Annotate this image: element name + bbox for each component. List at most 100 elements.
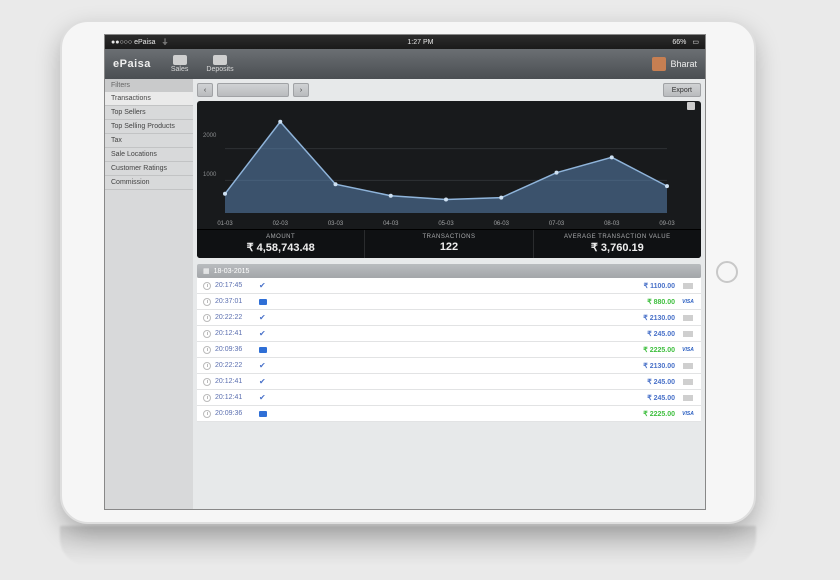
kpi-amount: AMOUNT₹ 4,58,743.48 <box>197 230 365 258</box>
x-tick: 01-03 <box>217 221 232 227</box>
sidebar-item-sale-locations[interactable]: Sale Locations <box>105 148 193 162</box>
transactions-date-header[interactable]: ▦ 18-03-2015 <box>197 264 701 278</box>
tx-amount: ₹ 245.00 <box>647 394 675 402</box>
header-tab-sales[interactable]: Sales <box>171 55 189 73</box>
export-button[interactable]: Export <box>663 83 701 97</box>
wifi-icon: ⏚ <box>162 37 169 47</box>
user-name: Bharat <box>670 59 697 69</box>
deposits-icon <box>213 55 227 65</box>
sidebar-item-tax[interactable]: Tax <box>105 134 193 148</box>
sidebar-item-commission[interactable]: Commission <box>105 176 193 190</box>
chart-card: 01-0302-0303-0304-0305-0306-0307-0308-03… <box>197 101 701 258</box>
transaction-row[interactable]: 20:12:41✔ ₹ 245.00 <box>197 390 701 406</box>
tx-time: 20:12:41 <box>215 330 259 337</box>
tx-amount: ₹ 2225.00 <box>643 346 675 354</box>
clock-icon <box>203 378 211 386</box>
tx-time: 20:37:01 <box>215 298 259 305</box>
header-tab-label: Sales <box>171 66 189 73</box>
tx-amount: ₹ 1100.00 <box>644 282 675 290</box>
transaction-row[interactable]: 20:12:41✔ ₹ 245.00 <box>197 326 701 342</box>
transaction-row[interactable]: 20:12:41✔ ₹ 245.00 <box>197 374 701 390</box>
flag-icon <box>259 299 267 305</box>
battery-pct: 66% <box>672 39 686 46</box>
tx-amount: ₹ 2225.00 <box>643 410 675 418</box>
check-icon: ✔ <box>259 281 266 290</box>
clock-icon <box>203 282 211 290</box>
transactions-panel: ▦ 18-03-2015 20:17:45✔₹ 1100.0020:37:01₹… <box>197 264 701 422</box>
screen: ●●○○○ ePaisa ⏚ 1:27 PM 66% ▭ ePaisa Sale… <box>104 34 706 510</box>
sidebar-item-top-sellers[interactable]: Top Sellers <box>105 106 193 120</box>
tx-amount: ₹ 2130.00 <box>643 314 675 322</box>
y-tick: 2000 <box>203 133 216 139</box>
tx-amount: ₹ 880.00 <box>647 298 675 306</box>
transaction-row[interactable]: 20:37:01 ₹ 880.00 VISA <box>197 294 701 310</box>
sidebar-item-customer-ratings[interactable]: Customer Ratings <box>105 162 193 176</box>
x-tick: 08-03 <box>604 221 619 227</box>
clock-icon <box>203 314 211 322</box>
check-icon: ✔ <box>259 329 266 338</box>
toolbar: ‹ › Export <box>197 83 701 97</box>
transaction-row[interactable]: 20:17:45✔₹ 1100.00 <box>197 278 701 294</box>
kpi-label: AVERAGE TRANSACTION VALUE <box>534 234 701 240</box>
check-icon: ✔ <box>259 361 266 370</box>
calendar-icon: ▦ <box>203 267 210 275</box>
home-button[interactable] <box>716 261 738 283</box>
tx-amount: ₹ 245.00 <box>647 330 675 338</box>
sales-icon <box>173 55 187 65</box>
kpi-transactions: TRANSACTIONS122 <box>365 230 533 258</box>
sidebar-item-transactions[interactable]: Transactions <box>105 92 193 106</box>
header-tab-label: Deposits <box>206 66 233 73</box>
visa-icon: VISA <box>681 347 695 353</box>
next-button[interactable]: › <box>293 83 309 97</box>
x-tick: 02-03 <box>273 221 288 227</box>
transaction-row[interactable]: 20:09:36 ₹ 2225.00 VISA <box>197 406 701 422</box>
transaction-row[interactable]: 20:09:36 ₹ 2225.00 VISA <box>197 342 701 358</box>
tx-time: 20:09:36 <box>215 346 259 353</box>
kpi-value: ₹ 4,58,743.48 <box>197 241 364 254</box>
tx-time: 20:22:22 <box>215 314 259 321</box>
tablet-frame: ●●○○○ ePaisa ⏚ 1:27 PM 66% ▭ ePaisa Sale… <box>60 20 756 524</box>
clock-icon <box>203 362 211 370</box>
x-tick: 07-03 <box>549 221 564 227</box>
tx-time: 20:22:22 <box>215 362 259 369</box>
flag-icon <box>259 411 267 417</box>
reflection <box>60 526 756 566</box>
date-range[interactable] <box>217 83 289 97</box>
tx-time: 20:12:41 <box>215 394 259 401</box>
avatar <box>652 57 666 71</box>
flag-icon <box>259 347 267 353</box>
clock-icon <box>203 410 211 418</box>
chart-toggle-icon[interactable] <box>687 102 695 110</box>
kpi-value: ₹ 3,760.19 <box>534 241 701 254</box>
y-tick: 1000 <box>203 172 216 178</box>
cash-icon <box>681 315 695 321</box>
user-chip[interactable]: Bharat <box>652 57 697 71</box>
clock-icon <box>203 298 211 306</box>
cash-icon <box>681 363 695 369</box>
visa-icon: VISA <box>681 299 695 305</box>
status-bar: ●●○○○ ePaisa ⏚ 1:27 PM 66% ▭ <box>105 35 705 49</box>
transaction-row[interactable]: 20:22:22✔₹ 2130.00 <box>197 358 701 374</box>
transaction-row[interactable]: 20:22:22✔ ₹ 2130.00 <box>197 310 701 326</box>
check-icon: ✔ <box>259 393 266 402</box>
kpi-average-transaction-value: AVERAGE TRANSACTION VALUE₹ 3,760.19 <box>534 230 701 258</box>
check-icon: ✔ <box>259 313 266 322</box>
clock: 1:27 PM <box>407 39 433 46</box>
prev-button[interactable]: ‹ <box>197 83 213 97</box>
kpi-label: TRANSACTIONS <box>365 234 532 240</box>
battery-icon: ▭ <box>692 38 699 46</box>
x-tick: 05-03 <box>438 221 453 227</box>
tx-amount: ₹ 245.00 <box>647 378 675 386</box>
tx-time: 20:09:36 <box>215 410 259 417</box>
header-tab-deposits[interactable]: Deposits <box>206 55 233 73</box>
visa-icon: VISA <box>681 411 695 417</box>
cash-icon <box>681 379 695 385</box>
x-tick: 06-03 <box>494 221 509 227</box>
tx-time: 20:12:41 <box>215 378 259 385</box>
brand-logo: ePaisa <box>113 58 151 70</box>
cash-icon <box>681 395 695 401</box>
sidebar-item-top-selling-products[interactable]: Top Selling Products <box>105 120 193 134</box>
sidebar-title: Filters <box>105 79 193 92</box>
area-chart: 01-0302-0303-0304-0305-0306-0307-0308-03… <box>197 111 701 229</box>
check-icon: ✔ <box>259 377 266 386</box>
